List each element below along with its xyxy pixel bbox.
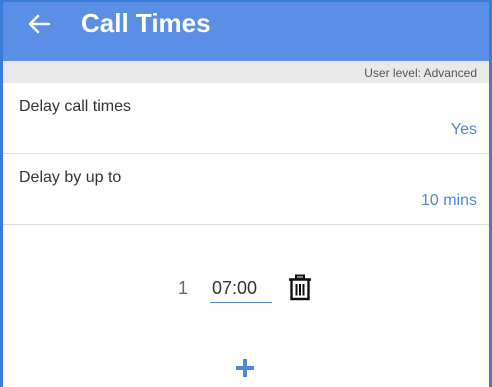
call-times-screen: Call Times User level: Advanced Delay ca… <box>0 0 492 387</box>
setting-value: 10 mins <box>420 192 477 209</box>
trash-icon <box>289 274 311 301</box>
setting-delay-call-times[interactable]: Delay call times Yes <box>3 83 489 154</box>
add-call-time-button[interactable] <box>233 356 257 380</box>
user-level-bar: User level: Advanced <box>3 61 489 83</box>
user-level-label: User level: Advanced <box>364 66 477 80</box>
back-button[interactable] <box>23 8 55 40</box>
setting-label: Delay by up to <box>19 169 122 186</box>
setting-delay-by-up-to[interactable]: Delay by up to 10 mins <box>3 154 489 225</box>
setting-value: Yes <box>450 121 477 138</box>
page-title: Call Times <box>81 8 211 38</box>
app-bar: Call Times <box>3 2 489 61</box>
delete-call-time-button[interactable] <box>287 274 313 302</box>
plus-icon <box>236 359 254 377</box>
call-time-index: 1 <box>178 278 189 298</box>
arrow-left-icon <box>28 14 51 34</box>
setting-label: Delay call times <box>19 98 132 115</box>
call-time-row: 1 <box>3 270 489 310</box>
call-time-input[interactable] <box>210 274 272 303</box>
